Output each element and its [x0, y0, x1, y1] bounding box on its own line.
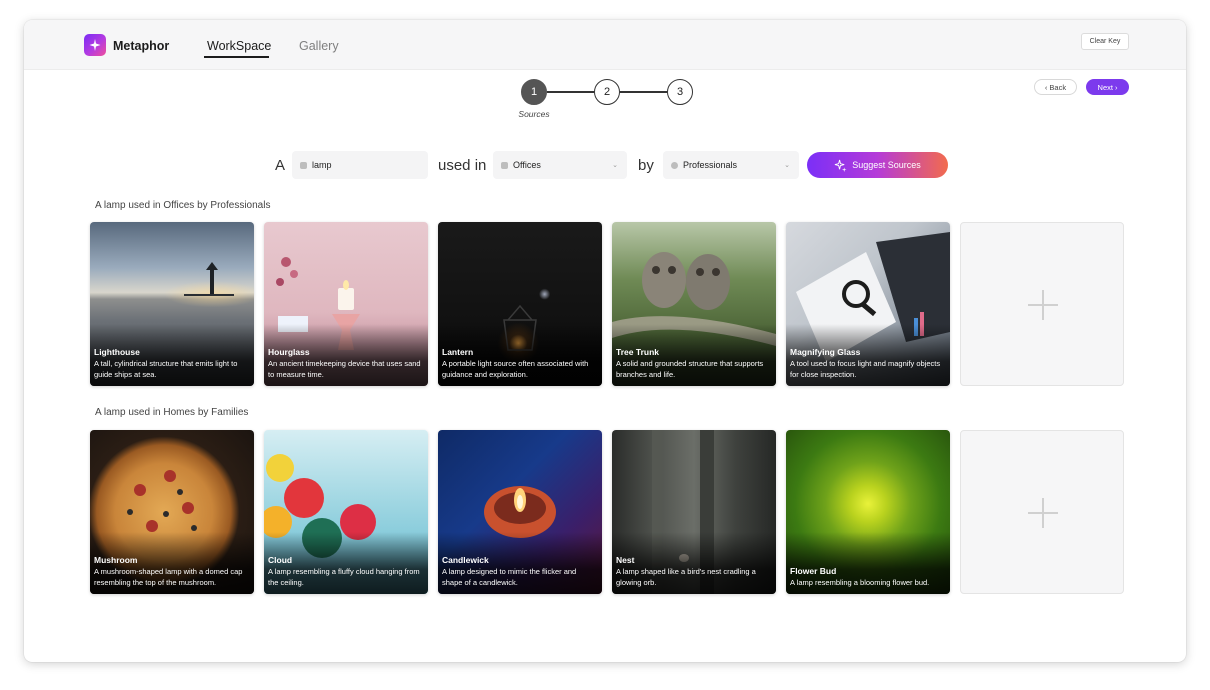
query-connector-used-in: used in [438, 157, 487, 174]
metaphor-logo-icon [84, 34, 106, 56]
query-connector-by: by [638, 157, 654, 174]
back-label: Back [1049, 82, 1067, 92]
card-title: Flower Bud [790, 565, 837, 576]
add-source-card[interactable] [960, 222, 1124, 386]
suggest-sources-button[interactable]: Suggest Sources [807, 152, 948, 178]
step-label: Sources [518, 109, 550, 119]
card-description: A tool used to focus light and magnify o… [790, 359, 941, 379]
card-caption: Magnifying Glass A tool used to focus li… [790, 347, 946, 380]
object-field-icon [300, 161, 307, 169]
top-bar: Metaphor WorkSpace Gallery Clear Key [24, 20, 1186, 70]
step-3[interactable]: 3 [667, 79, 693, 105]
card-caption: Lighthouse A tall, cylindrical structure… [94, 347, 250, 380]
card-caption: Hourglass An ancient timekeeping device … [268, 347, 424, 380]
place-field-icon [501, 161, 508, 169]
add-source-card[interactable] [960, 430, 1124, 594]
card-title: Candlewick [442, 555, 489, 565]
source-card[interactable]: Lighthouse A tall, cylindrical structure… [90, 222, 254, 386]
query-prefix: A [275, 157, 286, 174]
card-caption: Tree Trunk A solid and grounded structur… [616, 347, 772, 380]
chevron-down-icon: ⌄ [784, 162, 790, 169]
card-title: Lighthouse [94, 347, 140, 357]
next-label: Next [1097, 82, 1113, 92]
card-description: An ancient timekeeping device that uses … [268, 359, 421, 379]
tab-gallery[interactable]: Gallery [299, 39, 339, 53]
card-description: A lamp shaped like a bird's nest cradlin… [616, 567, 756, 587]
source-card[interactable]: Magnifying Glass A tool used to focus li… [786, 222, 950, 386]
card-title: Lantern [442, 347, 474, 357]
card-description: A lamp resembling a blooming flower bud. [790, 577, 930, 587]
card-caption: Mushroom A mushroom-shaped lamp with a d… [94, 555, 250, 588]
section-title: A lamp used in Offices by Professionals [95, 200, 271, 211]
card-description: A tall, cylindrical structure that emits… [94, 359, 238, 379]
card-title: Hourglass [268, 347, 310, 357]
brand-name: Metaphor [113, 39, 170, 53]
source-card[interactable]: Hourglass An ancient timekeeping device … [264, 222, 428, 386]
user-field-icon [671, 161, 678, 169]
card-description: A lamp resembling a fluffy cloud hanging… [268, 567, 420, 587]
card-title: Tree Trunk [616, 347, 659, 357]
stepper-connector [620, 91, 667, 93]
step-2[interactable]: 2 [594, 79, 620, 105]
source-card[interactable]: Tree Trunk A solid and grounded structur… [612, 222, 776, 386]
place-value: Offices [513, 160, 541, 170]
active-tab-indicator [204, 56, 269, 58]
card-title: Mushroom [94, 555, 138, 565]
source-card[interactable]: Candlewick A lamp designed to mimic the … [438, 430, 602, 594]
card-description: A mushroom-shaped lamp with a domed cap … [94, 567, 243, 587]
stepper-connector [547, 91, 594, 93]
card-caption: Nest A lamp shaped like a bird's nest cr… [616, 555, 772, 588]
source-card[interactable]: Flower Bud A lamp resembling a blooming … [786, 430, 950, 594]
card-description: A solid and grounded structure that supp… [616, 359, 764, 379]
place-select[interactable]: Offices ⌄ [493, 151, 627, 179]
object-value: lamp [312, 160, 332, 170]
card-caption: Cloud A lamp resembling a fluffy cloud h… [268, 555, 424, 588]
chevron-left-icon: ‹ [1044, 82, 1048, 92]
card-caption: Candlewick A lamp designed to mimic the … [442, 555, 598, 588]
sparkle-icon [835, 159, 847, 172]
section-title: A lamp used in Homes by Families [95, 407, 249, 418]
plus-icon [1042, 290, 1044, 320]
card-title: Cloud [268, 555, 293, 565]
card-description: A lamp designed to mimic the flicker and… [442, 567, 577, 587]
app-window: Metaphor WorkSpace Gallery Clear Key 1 2… [24, 20, 1186, 662]
next-button[interactable]: Next › [1086, 79, 1129, 95]
back-button[interactable]: ‹ Back [1034, 79, 1077, 95]
step-1[interactable]: 1 [521, 79, 547, 105]
card-title: Magnifying Glass [790, 347, 861, 357]
plus-icon [1042, 498, 1044, 528]
source-card[interactable]: Cloud A lamp resembling a fluffy cloud h… [264, 430, 428, 594]
tab-workspace[interactable]: WorkSpace [207, 39, 271, 53]
card-caption: Lantern A portable light source often as… [442, 347, 598, 380]
card-caption: Flower Bud A lamp resembling a blooming … [790, 566, 946, 589]
source-card[interactable]: Mushroom A mushroom-shaped lamp with a d… [90, 430, 254, 594]
chevron-right-icon: › [1114, 82, 1118, 92]
source-card[interactable]: Lantern A portable light source often as… [438, 222, 602, 386]
suggest-sources-label: Suggest Sources [852, 160, 921, 170]
source-card[interactable]: Nest A lamp shaped like a bird's nest cr… [612, 430, 776, 594]
user-value: Professionals [683, 160, 738, 170]
card-title: Nest [616, 555, 635, 565]
user-select[interactable]: Professionals ⌄ [663, 151, 799, 179]
object-input[interactable]: lamp [292, 151, 428, 179]
chevron-down-icon: ⌄ [612, 162, 618, 169]
card-description: A portable light source often associated… [442, 359, 589, 379]
clear-key-button[interactable]: Clear Key [1081, 33, 1129, 50]
